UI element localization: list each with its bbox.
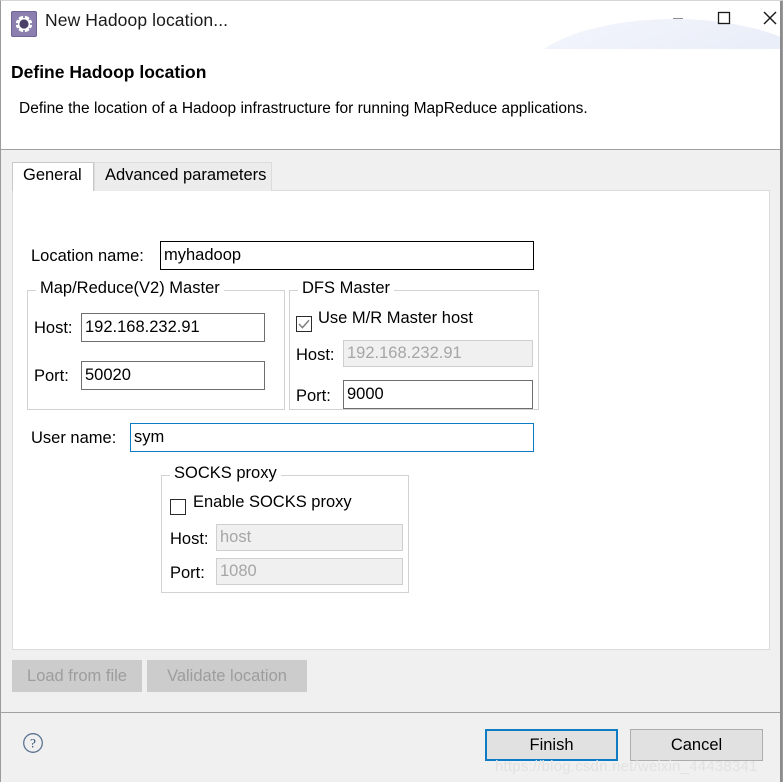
enable-socks-proxy-label: Enable SOCKS proxy [193, 493, 352, 511]
dfs-master-port-label: Port: [296, 387, 331, 405]
maximize-button[interactable] [701, 1, 747, 35]
hadoop-gear-icon [11, 11, 37, 37]
validate-location-button[interactable]: Validate location [147, 660, 307, 692]
dialog-body: General Advanced parameters Location nam… [1, 150, 782, 712]
mr-master-host-label: Host: [34, 319, 73, 337]
window-title: New Hadoop location... [45, 10, 229, 30]
location-name-input[interactable] [160, 241, 534, 270]
tab-panel-general: Location name: Map/Reduce(V2) Master Hos… [12, 190, 770, 650]
location-name-label: Location name: [31, 247, 144, 265]
mr-master-port-label: Port: [34, 367, 69, 385]
maximize-icon [717, 11, 731, 25]
wizard-header: Define Hadoop location Define the locati… [1, 49, 782, 149]
tab-general[interactable]: General [12, 162, 94, 191]
user-name-label: User name: [31, 429, 117, 447]
gear-icon-glyph [15, 15, 33, 33]
dialog-window: New Hadoop location... Define Hadoop loc… [0, 0, 783, 782]
use-mr-master-host-label: Use M/R Master host [318, 309, 473, 327]
socks-proxy-group-title: SOCKS proxy [170, 464, 281, 483]
cancel-button[interactable]: Cancel [630, 729, 763, 761]
dfs-master-host-label: Host: [296, 346, 335, 364]
socks-proxy-port-input [216, 558, 403, 585]
load-from-file-button[interactable]: Load from file [12, 660, 142, 692]
page-description: Define the location of a Hadoop infrastr… [19, 100, 588, 117]
dfs-master-port-input[interactable] [343, 380, 533, 409]
socks-proxy-host-input [216, 524, 403, 551]
close-button[interactable] [747, 1, 782, 35]
svg-text:?: ? [30, 736, 36, 751]
minimize-button[interactable] [655, 1, 701, 35]
tab-advanced-parameters[interactable]: Advanced parameters [94, 162, 272, 191]
mr-master-port-input[interactable] [81, 361, 265, 390]
help-question-icon: ? [23, 733, 43, 753]
finish-button[interactable]: Finish [485, 729, 618, 761]
dfs-master-group-title: DFS Master [298, 279, 395, 298]
title-bar: New Hadoop location... [1, 1, 782, 49]
tab-general-label: General [23, 166, 82, 184]
mr-master-group: Map/Reduce(V2) Master [27, 279, 285, 410]
mr-master-group-title: Map/Reduce(V2) Master [36, 279, 224, 298]
socks-proxy-port-label: Port: [170, 564, 205, 582]
checkmark-icon [298, 319, 310, 329]
minimize-icon [673, 18, 683, 19]
socks-proxy-host-label: Host: [170, 530, 209, 548]
enable-socks-proxy-checkbox[interactable] [170, 499, 186, 515]
tab-strip: General Advanced parameters [12, 162, 772, 191]
mr-master-host-input[interactable] [81, 313, 265, 342]
tab-advanced-parameters-label: Advanced parameters [105, 166, 267, 184]
dfs-master-host-input [343, 340, 533, 367]
page-title: Define Hadoop location [11, 62, 207, 82]
use-mr-master-host-checkbox[interactable] [296, 316, 312, 332]
window-right-edge [780, 1, 782, 782]
close-icon [763, 11, 777, 25]
help-icon[interactable]: ? [22, 732, 44, 754]
user-name-input[interactable] [130, 423, 534, 452]
